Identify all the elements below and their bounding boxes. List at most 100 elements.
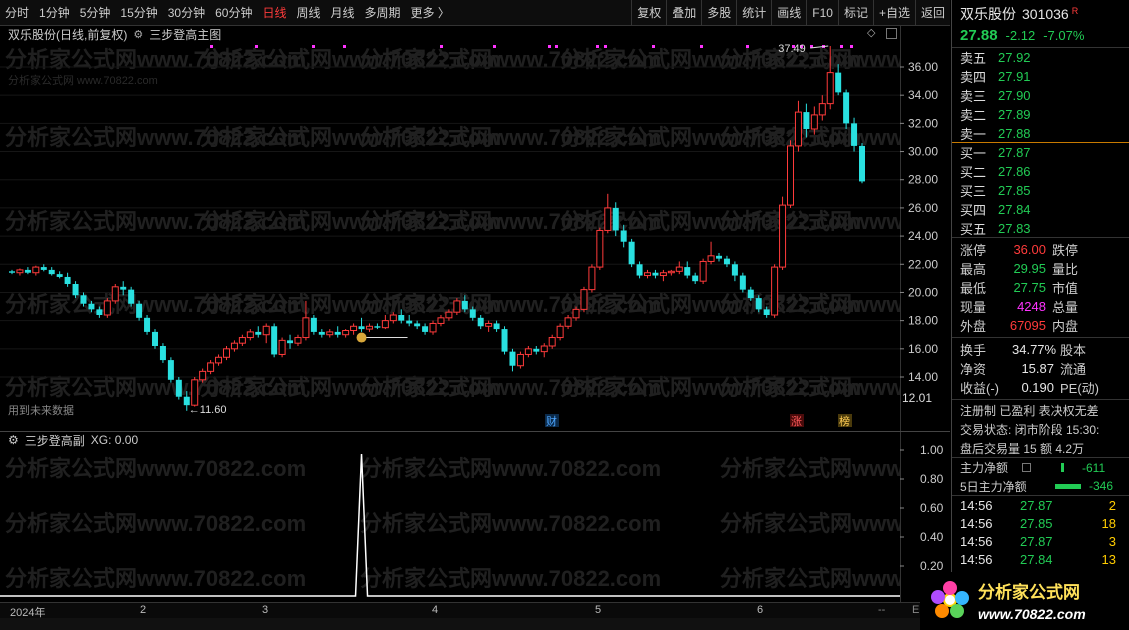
settings-icon[interactable]: ⚙ xyxy=(133,28,143,41)
detail-icon[interactable] xyxy=(1022,463,1031,472)
indicator-name[interactable]: 三步登高主图 xyxy=(149,26,221,43)
sub-indicator-chart[interactable]: 分析家公式网www.70822.com 分析家公式网www.70822.com 分析… xyxy=(0,446,900,602)
candle-body-down xyxy=(144,317,151,332)
order-row[interactable]: 卖四 27.91 xyxy=(952,67,1129,86)
tool-button-2[interactable]: 多股 xyxy=(701,0,736,26)
tool-button-8[interactable]: 返回 xyxy=(914,0,950,26)
candle-body-up xyxy=(699,260,707,282)
period-tab-3[interactable]: 15分钟 xyxy=(115,0,162,26)
marker-bang[interactable]: 榜 xyxy=(839,414,850,428)
signal-dot xyxy=(850,45,853,48)
order-row[interactable]: 卖五 27.92 xyxy=(952,48,1129,67)
period-tab-8[interactable]: 月线 xyxy=(326,0,360,26)
stat-label: 现量 xyxy=(960,300,987,315)
candle-body-up xyxy=(262,325,270,336)
period-tab-10[interactable]: 更多 〉 xyxy=(406,0,455,26)
period-tab-0[interactable]: 分时 xyxy=(0,0,34,26)
candlestick-chart[interactable]: 分析家公式网www.70822.com 分析家公式网www.70822.com 分析… xyxy=(0,42,900,432)
candle-body-down xyxy=(731,264,738,276)
trade-state: 交易状态: 闭市阶段 15:30: xyxy=(960,423,1100,437)
order-row[interactable]: 卖一 27.88 xyxy=(952,124,1129,143)
stat-label: 最低 xyxy=(960,281,987,296)
tick-row[interactable]: 14:56 27.85 18 xyxy=(952,514,1129,532)
candle-body-down xyxy=(167,360,174,380)
tick-row[interactable]: 14:56 27.87 3 xyxy=(952,532,1129,550)
order-row[interactable]: 买四 27.84 xyxy=(952,200,1129,219)
candle-body-up xyxy=(675,266,683,272)
order-row[interactable]: 买一 27.87 xyxy=(952,143,1129,162)
candle-body-up xyxy=(350,325,358,332)
candle-body-down xyxy=(24,269,31,273)
signal-dot xyxy=(548,45,551,48)
order-row[interactable]: 买三 27.85 xyxy=(952,181,1129,200)
candle-body-down xyxy=(175,379,182,397)
order-row[interactable]: 买五 27.83 xyxy=(952,219,1129,238)
signal-dot xyxy=(312,45,315,48)
tool-button-5[interactable]: F10 xyxy=(806,0,838,26)
period-tab-1[interactable]: 1分钟 xyxy=(34,0,75,26)
sub-y-tick-label: 0.60 xyxy=(920,501,944,515)
candle-body-up xyxy=(707,255,715,262)
candle-body-down xyxy=(318,331,325,335)
settings-icon[interactable]: ⚙ xyxy=(8,433,19,447)
candle-body-up xyxy=(246,331,254,339)
candle-body-up xyxy=(215,356,223,364)
candle-body-up xyxy=(485,322,493,327)
axis-end[interactable]: -- xyxy=(878,604,885,616)
y-tick-label: 30.00 xyxy=(908,145,938,159)
candle-body-down xyxy=(620,230,627,242)
stat-value: 29.95 xyxy=(1013,261,1046,276)
candle-body-down xyxy=(493,323,500,330)
watermark-text: 分析家公式网www.70822.com xyxy=(360,456,661,481)
tool-button-4[interactable]: 画线 xyxy=(771,0,806,26)
order-price: 27.92 xyxy=(998,50,1031,65)
stat-label: 收益(-) xyxy=(960,381,999,396)
period-tab-6[interactable]: 日线 xyxy=(257,0,291,26)
period-tab-4[interactable]: 30分钟 xyxy=(163,0,210,26)
order-price: 27.89 xyxy=(998,107,1031,122)
tool-button-7[interactable]: +自选 xyxy=(872,0,915,26)
tool-button-0[interactable]: 复权 xyxy=(631,0,666,26)
tick-price: 27.87 xyxy=(1020,497,1053,513)
order-level: 买四 xyxy=(960,203,987,218)
candle-body-up xyxy=(389,314,397,322)
time-label: 6 xyxy=(757,604,764,616)
last-price: 27.88 xyxy=(960,27,998,44)
candle-body-down xyxy=(9,271,15,273)
y-tick-label: 16.00 xyxy=(908,342,938,356)
panel-toggle-icon[interactable] xyxy=(886,28,897,39)
tick-list[interactable]: 14:56 27.87 2 14:56 27.85 18 14:56 27.87 3 14:56 2… xyxy=(952,496,1129,568)
candle-body-down xyxy=(652,272,659,276)
signal-dot xyxy=(255,45,258,48)
candle-body-down xyxy=(533,348,540,352)
tick-row[interactable]: 14:56 27.87 2 xyxy=(952,496,1129,514)
marker-zhang[interactable]: 涨 xyxy=(791,415,802,428)
candle-body-down xyxy=(763,309,770,315)
candle-body-up xyxy=(278,339,286,355)
period-tab-7[interactable]: 周线 xyxy=(291,0,325,26)
order-row[interactable]: 卖二 27.89 xyxy=(952,105,1129,124)
order-row[interactable]: 卖三 27.90 xyxy=(952,86,1129,105)
marker-cai[interactable]: 财 xyxy=(546,414,557,428)
y-tick-label: 14.00 xyxy=(908,370,938,384)
y-tick-label: 24.00 xyxy=(908,229,938,243)
tick-row[interactable]: 14:56 27.84 13 xyxy=(952,550,1129,568)
order-row[interactable]: 买二 27.86 xyxy=(952,162,1129,181)
diamond-icon[interactable]: ◇ xyxy=(867,26,875,39)
money-bag-icon[interactable] xyxy=(356,332,367,343)
period-tab-5[interactable]: 60分钟 xyxy=(210,0,257,26)
candle-body-up xyxy=(540,345,548,353)
order-price: 27.87 xyxy=(998,145,1031,160)
tool-button-6[interactable]: 标记 xyxy=(837,0,873,26)
candle-body-down xyxy=(48,269,55,275)
tool-button-3[interactable]: 统计 xyxy=(736,0,771,26)
order-price: 27.88 xyxy=(998,125,1031,141)
period-tab-9[interactable]: 多周期 xyxy=(360,0,406,26)
tool-button-1[interactable]: 叠加 xyxy=(666,0,701,26)
r-badge: R xyxy=(1071,6,1079,16)
watermark-text: 分析家公式网www.70822.com xyxy=(360,566,661,591)
period-tab-2[interactable]: 5分钟 xyxy=(75,0,116,26)
candle-body-up xyxy=(103,300,111,316)
candle-body-down xyxy=(636,264,643,276)
candle-body-down xyxy=(422,326,429,332)
